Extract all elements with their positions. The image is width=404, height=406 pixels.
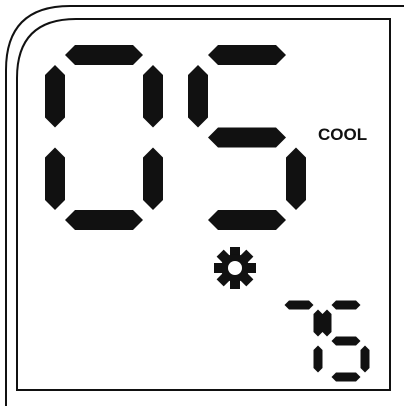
segment-d (208, 210, 286, 230)
segment-a (284, 300, 314, 310)
segment-f (45, 65, 65, 128)
segment-e (45, 147, 65, 210)
segment-c (360, 345, 370, 373)
segment-a (331, 300, 361, 310)
segment-g (331, 336, 361, 346)
gear-icon (214, 247, 256, 289)
outer-bezel (5, 5, 404, 406)
segment-c (286, 147, 306, 210)
main-reading: 05 (0, 0, 306, 230)
segment-f (322, 309, 332, 337)
thermostat-display: 05 COOL 75 (0, 0, 404, 406)
setpoint-digit-1 (322, 300, 370, 382)
segment-b (143, 65, 163, 128)
segment-c (143, 147, 163, 210)
segment-b (313, 309, 323, 337)
main-digit-0 (45, 45, 163, 230)
setpoint-value-text: 75 (0, 0, 2, 1)
segment-c (313, 345, 323, 373)
segment-f (188, 65, 208, 128)
segment-a (65, 45, 143, 65)
segment-d (65, 210, 143, 230)
mode-label: COOL (318, 125, 367, 144)
segment-g (208, 127, 286, 148)
main-value-text: 05 (0, 0, 2, 1)
main-digit-1 (188, 45, 306, 230)
segment-a (208, 45, 286, 65)
setpoint-digit-0 (284, 300, 323, 373)
segment-d (331, 372, 361, 382)
